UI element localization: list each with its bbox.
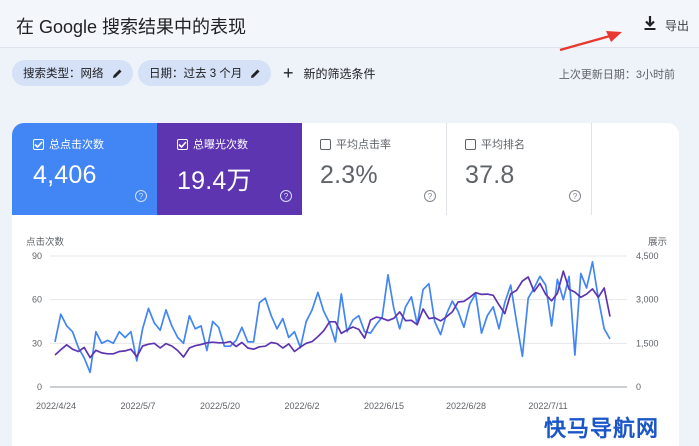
- x-tick-label: 2022/6/28: [446, 401, 486, 411]
- filter-chip-date[interactable]: 日期：过去 3 个月: [138, 60, 272, 86]
- y-left-tick-label: 30: [32, 338, 42, 348]
- last-update-text: 上次更新日期：3小时前: [558, 69, 675, 81]
- performance-card: 总点击次数 4,406 ? 总曝光次数 19.4万 ? 平均点击率 2.3% ?…: [12, 123, 679, 446]
- y-left-tick-label: 90: [32, 251, 42, 261]
- y-right-tick-label: 4,500: [636, 251, 659, 261]
- export-label: 导出: [664, 18, 689, 33]
- x-tick-label: 2022/6/2: [284, 401, 319, 411]
- page-title: 在 Google 搜索结果中的表现: [16, 17, 247, 37]
- y-right-tick-label: 0: [636, 382, 641, 392]
- y-right-tick-label: 3,000: [636, 295, 659, 305]
- export-button[interactable]: 导出: [643, 14, 689, 36]
- x-tick-label: 2022/6/15: [364, 401, 404, 411]
- watermark-text: 快马导航网: [543, 416, 659, 441]
- filter-chip-label: 日期：过去 3 个月: [149, 68, 243, 80]
- y-right-tick-label: 1,500: [636, 338, 659, 348]
- x-tick-label: 2022/7/11: [528, 401, 567, 411]
- new-filter-button[interactable]: + 新的筛选条件: [283, 60, 376, 86]
- edit-pencil-icon: [112, 68, 123, 79]
- filter-chip-search-type[interactable]: 搜索类型：网络: [12, 60, 133, 86]
- x-tick-label: 2022/4/24: [36, 401, 76, 411]
- red-arrow-annotation: [559, 31, 622, 52]
- performance-line-chart: 0 0 30 1,500 60 3,000 90 4,500 点击次数 展示 2022/4/24 20…: [26, 236, 667, 411]
- filter-bar: 搜索类型：网络 日期：过去 3 个月 + 新的筛选条件 上次更新日期：3小时前: [0, 58, 699, 88]
- y-right-axis-label: 展示: [648, 237, 667, 248]
- y-left-tick-label: 0: [37, 382, 42, 392]
- filter-chip-label: 搜索类型：网络: [23, 68, 104, 80]
- download-icon: [643, 15, 657, 36]
- y-left-axis-label: 点击次数: [26, 236, 65, 248]
- new-filter-label: 新的筛选条件: [303, 66, 376, 81]
- x-tick-label: 2022/5/20: [200, 401, 240, 411]
- plus-icon: +: [283, 63, 294, 83]
- x-tick-label: 2022/5/7: [120, 401, 155, 411]
- y-left-tick-label: 60: [32, 295, 42, 305]
- edit-pencil-icon: [250, 68, 261, 79]
